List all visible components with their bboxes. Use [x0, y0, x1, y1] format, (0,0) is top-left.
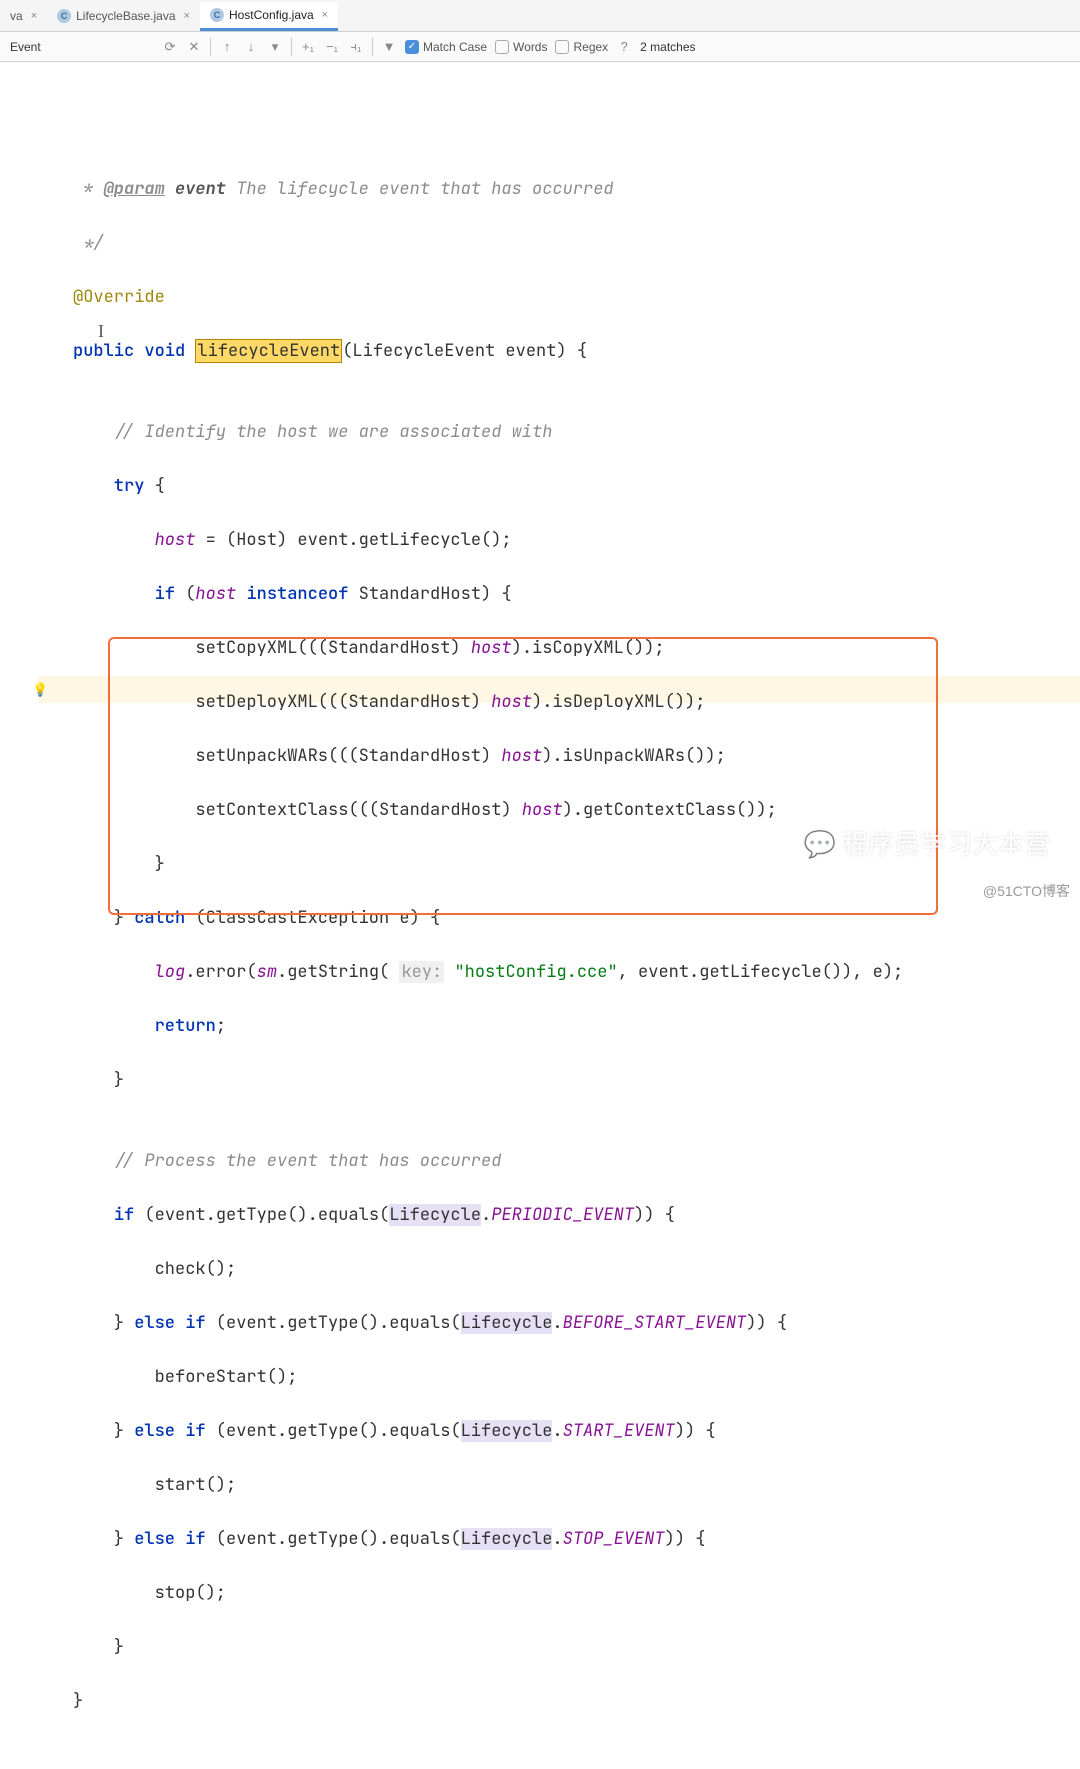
- match-case-checkbox[interactable]: ✓ Match Case: [405, 40, 487, 54]
- checkbox-icon: [495, 40, 509, 54]
- separator: [210, 38, 211, 56]
- file-label: HostConfig.java: [229, 8, 314, 22]
- class-icon: C: [57, 9, 71, 23]
- next-match-icon[interactable]: ↓: [243, 39, 259, 55]
- editor-tabs: va × C LifecycleBase.java × C HostConfig…: [0, 0, 1080, 32]
- find-toolbar: ⟳ ✕ ↑ ↓ ▾ +₁ −₁ ⫞₁ ▼ ✓ Match Case Words …: [0, 32, 1080, 62]
- gutter[interactable]: 💡: [0, 62, 38, 911]
- checkbox-checked-icon: ✓: [405, 40, 419, 54]
- close-icon[interactable]: ✕: [186, 39, 202, 55]
- separator: [291, 38, 292, 56]
- funnel-icon[interactable]: ▼: [381, 39, 397, 55]
- remove-occurrence-icon[interactable]: ⫞₁: [348, 39, 364, 55]
- text-cursor-icon: I: [98, 318, 104, 345]
- words-checkbox[interactable]: Words: [495, 40, 547, 54]
- tab-file-0[interactable]: va ×: [0, 3, 47, 31]
- add-selection-icon[interactable]: +₁: [300, 39, 316, 55]
- code-editor[interactable]: I * @param event The lifecycle event tha…: [38, 62, 1080, 911]
- checkbox-icon: [555, 40, 569, 54]
- tab-file-2[interactable]: C HostConfig.java ×: [200, 2, 338, 31]
- tab-file-1[interactable]: C LifecycleBase.java ×: [47, 3, 200, 31]
- close-icon[interactable]: ×: [31, 10, 37, 22]
- class-icon: C: [210, 8, 224, 22]
- close-icon[interactable]: ×: [322, 9, 328, 21]
- file-label: va: [10, 9, 23, 23]
- match-count: 2 matches: [640, 40, 695, 54]
- search-history-icon[interactable]: ⟳: [162, 39, 178, 55]
- help-icon[interactable]: ?: [616, 39, 632, 55]
- prev-match-icon[interactable]: ↑: [219, 39, 235, 55]
- regex-checkbox[interactable]: Regex: [555, 40, 608, 54]
- select-all-icon[interactable]: −₁: [324, 39, 340, 55]
- separator: [372, 38, 373, 56]
- editor-area: 💡 I * @param event The lifecycle event t…: [0, 62, 1080, 911]
- file-label: LifecycleBase.java: [76, 9, 175, 23]
- close-icon[interactable]: ×: [184, 10, 190, 22]
- search-highlight: lifecycleEvent: [195, 339, 342, 363]
- filter-dropdown-icon[interactable]: ▾: [267, 39, 283, 55]
- search-input[interactable]: [4, 36, 154, 58]
